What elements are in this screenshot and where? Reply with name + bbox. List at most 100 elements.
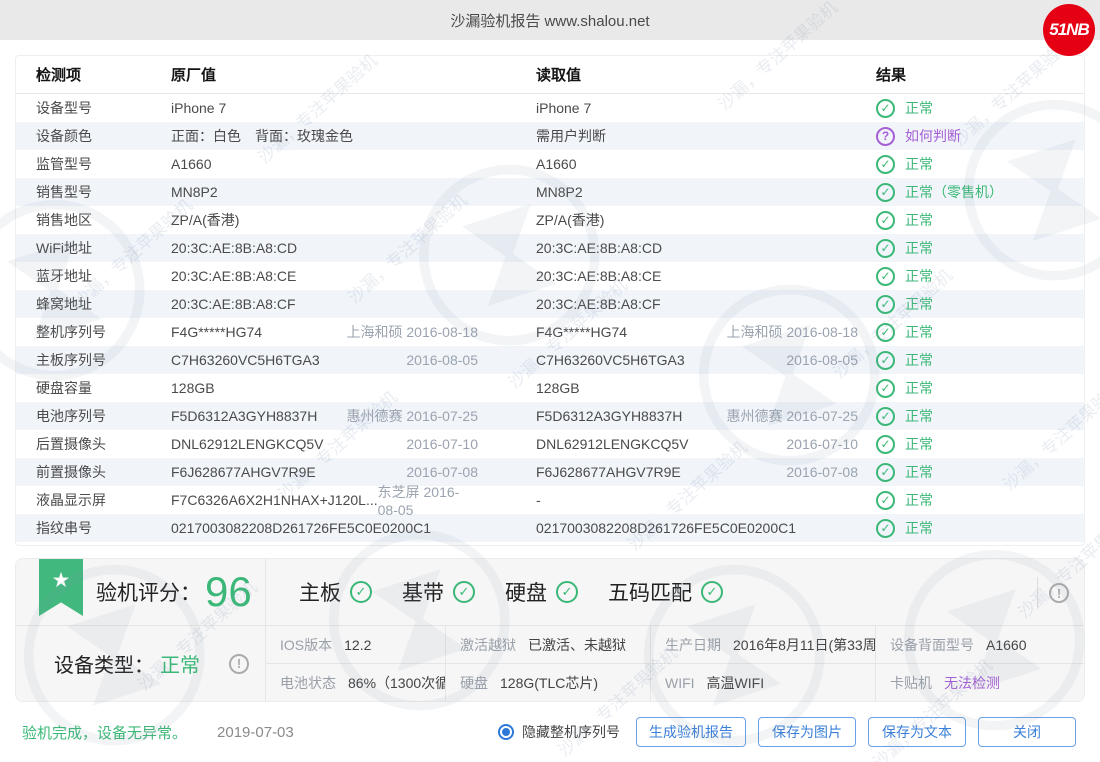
row-item-label: 指纹串号 [16,518,171,538]
check-circle-icon: ✓ [876,379,895,398]
table-row: 指纹串号0217003082208D261726FE5C0E0200C10217… [16,514,1084,542]
details-value[interactable]: 无法检测 [944,673,1000,693]
row-orig-value: F7C6326A6X2H1NHAX+J120L... [171,492,378,508]
row-result-cell: ✓正常 [876,266,1084,286]
row-read-value: C7H63260VC5H6TGA3 [536,352,685,368]
row-read-value: A1660 [536,156,576,172]
row-orig-cell: 20:3C:AE:8B:A8:CF [171,296,516,312]
row-item-label: 电池序列号 [16,406,171,426]
radio-selected-icon[interactable] [498,724,514,740]
row-read-cell: A1660 [516,156,876,172]
header-read: 读取值 [516,64,876,85]
hide-serial-radio[interactable]: 隐藏整机序列号 [498,722,620,742]
row-orig-cell: 20:3C:AE:8B:A8:CE [171,268,516,284]
header-orig: 原厂值 [171,64,516,85]
row-item-label: 液晶显示屏 [16,490,171,510]
check-circle-icon: ✓ [876,155,895,174]
row-item-label: 蜂窝地址 [16,294,171,314]
result-text: 正常（零售机） [905,182,1003,202]
footer-bar: 验机完成，设备无异常。 2019-07-03 隐藏整机序列号 生成验机报告保存为… [0,702,1100,762]
row-orig-cell: DNL62912LENGKCQ5V 2016-07-10 [171,436,516,452]
row-orig-cell: 0217003082208D261726FE5C0E0200C1 [171,520,516,536]
row-orig-value: 0217003082208D261726FE5C0E0200C1 [171,520,431,536]
result-text[interactable]: 如何判断 [905,126,961,146]
row-orig-value: 20:3C:AE:8B:A8:CE [171,268,296,284]
summary-checks: 主板✓基带✓硬盘✓五码匹配✓ [266,577,1084,607]
row-result-cell: ✓正常 [876,322,1084,342]
row-item-label: 监管型号 [16,154,171,174]
table-row: 销售型号MN8P2MN8P2✓正常（零售机） [16,178,1084,206]
check-circle-icon: ✓ [876,491,895,510]
row-result-cell: ✓正常 [876,462,1084,482]
row-read-cell: 20:3C:AE:8B:A8:CF [516,296,876,312]
row-orig-note: 上海和硕 2016-08-18 [346,322,478,342]
row-item-label: 蓝牙地址 [16,266,171,286]
row-result-cell: ?如何判断 [876,126,1084,146]
report-date: 2019-07-03 [217,724,294,741]
row-orig-value: 20:3C:AE:8B:A8:CD [171,240,297,256]
row-orig-cell: 128GB [171,380,516,396]
row-read-note: 2016-07-08 [786,464,858,480]
save-as-image-button[interactable]: 保存为图片 [758,717,856,747]
check-circle-icon: ✓ [556,581,578,603]
details-label: 卡贴机 [890,673,932,693]
device-type-label: 设备类型： [54,649,154,678]
details-cell: 生产日期2016年8月11日(第33周) [651,626,876,663]
check-label: 硬盘 [505,577,547,607]
action-buttons: 生成验机报告保存为图片保存为文本关闭 [636,717,1076,747]
result-text: 正常 [905,154,933,174]
check-circle-icon: ✓ [876,211,895,230]
row-read-cell: iPhone 7 [516,100,876,116]
summary-card: ★ 验机评分： 96 主板✓基带✓硬盘✓五码匹配✓ ! 设备类型： 正常 ! I… [15,558,1085,702]
summary-check-item: 主板✓ [299,577,372,607]
row-result-cell: ✓正常 [876,518,1084,538]
details-value: A1660 [986,637,1026,653]
row-read-cell: MN8P2 [516,184,876,200]
row-read-cell: 需用户判断 [516,126,876,146]
row-result-cell: ✓ 正常 [876,490,1084,510]
table-header: 检测项 原厂值 读取值 结果 [16,56,1084,94]
row-read-cell: C7H63260VC5H6TGA32016-08-05 [516,352,876,368]
row-read-value: 0217003082208D261726FE5C0E0200C1 [536,520,796,536]
row-orig-note: 2016-08-05 [406,352,478,368]
save-as-text-button[interactable]: 保存为文本 [868,717,966,747]
check-circle-icon: ✓ [876,183,895,202]
row-read-value: ZP/A(香港) [536,210,604,230]
table-body: 设备型号iPhone 7iPhone 7✓正常设备颜色正面：白色 背面：玫瑰金色… [16,94,1084,542]
details-label: 硬盘 [460,673,488,693]
table-row: 电池序列号F5D6312A3GYH8837H惠州德赛 2016-07-25F5D… [16,402,1084,430]
details-cell: 硬盘128G(TLC芯片) [446,664,651,701]
row-result-cell: ✓ 正常 [876,154,1084,174]
row-result-cell: ✓正常 [876,378,1084,398]
row-orig-value: DNL62912LENGKCQ5V [171,436,324,452]
info-icon[interactable]: ! [1049,583,1069,603]
row-read-value: 128GB [536,380,580,396]
row-read-cell: F4G*****HG74上海和硕 2016-08-18 [516,322,876,342]
result-text: 正常 [905,490,933,510]
summary-check-item: 基带✓ [402,577,475,607]
title-bar: 沙漏验机报告 www.shalou.net ✕ [0,0,1100,40]
generate-report-button[interactable]: 生成验机报告 [636,717,746,747]
close-button[interactable]: 关闭 [978,717,1076,747]
row-read-cell: 128GB [516,380,876,396]
score-value: 96 [205,571,252,613]
result-text: 正常 [905,238,933,258]
row-orig-note: 2016-07-10 [406,436,478,452]
row-result-cell: ✓正常 [876,238,1084,258]
row-orig-value: F6J628677AHGV7R9E [171,464,316,480]
details-grid: IOS版本12.2激活越狱已激活、未越狱生产日期2016年8月11日(第33周)… [266,626,1084,701]
row-result-cell: ✓正常 [876,350,1084,370]
row-read-value: DNL62912LENGKCQ5V [536,436,689,452]
row-read-value: MN8P2 [536,184,583,200]
info-icon[interactable]: ! [229,654,249,674]
table-row: 监管型号A1660A1660✓正常 [16,150,1084,178]
details-cell: IOS版本12.2 [266,626,446,663]
row-read-value: F5D6312A3GYH8837H [536,408,682,424]
table-row: WiFi地址20:3C:AE:8B:A8:CD20:3C:AE:8B:A8:CD… [16,234,1084,262]
details-value: 12.2 [344,637,371,653]
table-row: 设备颜色正面：白色 背面：玫瑰金色需用户判断?如何判断 [16,122,1084,150]
row-orig-value: F4G*****HG74 [171,324,262,340]
row-orig-cell: 20:3C:AE:8B:A8:CD [171,240,516,256]
result-text: 正常 [905,462,933,482]
details-cell: 设备背面型号A1660 [876,626,1084,663]
